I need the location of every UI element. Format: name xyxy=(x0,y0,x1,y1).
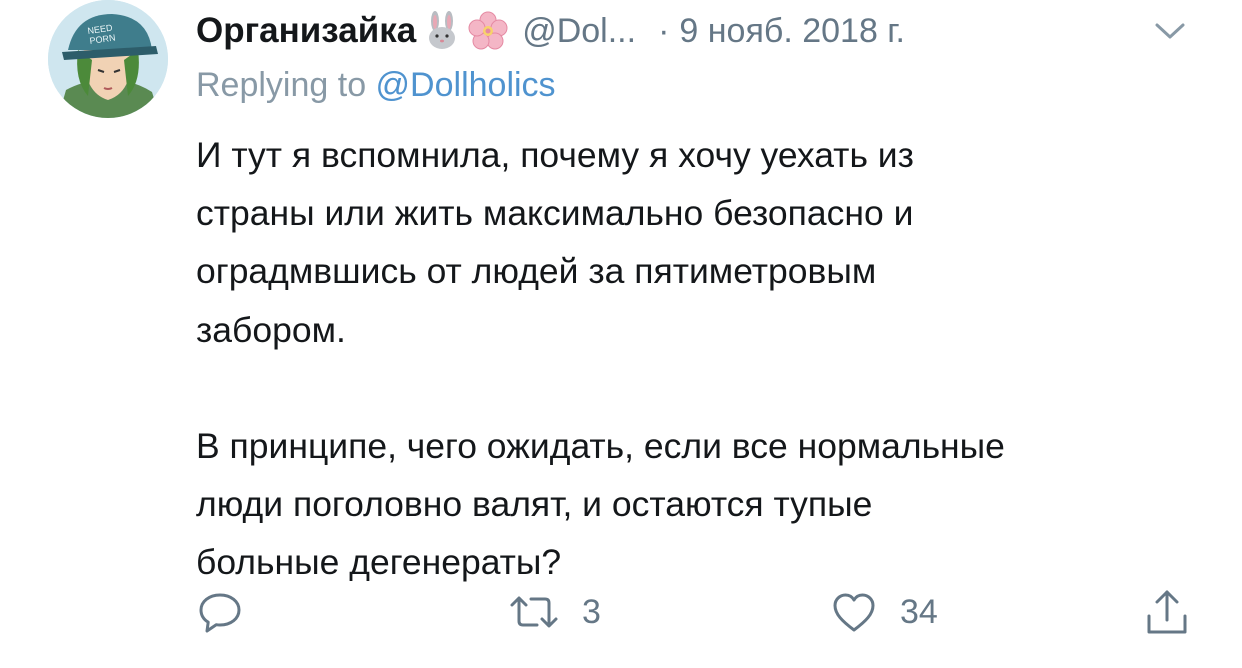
chevron-down-icon[interactable] xyxy=(1150,14,1190,48)
reply-icon xyxy=(199,593,241,633)
avatar-image: NEED PORN xyxy=(48,0,168,118)
retweet-button[interactable]: 3 xyxy=(508,580,601,644)
rabbit-face-icon xyxy=(422,11,462,51)
tweet-text: И тут я вспомнила, почему я хочу уехать … xyxy=(196,126,1206,591)
retweet-icon xyxy=(510,596,558,628)
reply-button[interactable] xyxy=(196,580,266,644)
like-count: 34 xyxy=(900,592,938,631)
separator-dot: · xyxy=(658,11,670,50)
retweet-count: 3 xyxy=(582,592,601,631)
tweet-actions: 3 34 xyxy=(0,580,1242,644)
replying-to-label: Replying to xyxy=(196,66,376,104)
heart-icon xyxy=(833,593,875,632)
tweet[interactable]: NEED PORN Организайка @Dol... · 9 нояб. … xyxy=(0,0,1242,668)
reply-mention-link[interactable]: @Dollholics xyxy=(376,66,556,104)
share-button[interactable] xyxy=(1143,580,1191,644)
tweet-paragraph: И тут я вспомнила, почему я хочу уехать … xyxy=(196,135,914,350)
display-name[interactable]: Организайка xyxy=(196,11,416,51)
tweet-header: Организайка @Dol... · 9 нояб. 2018 г. xyxy=(196,8,905,54)
share-icon xyxy=(1147,590,1187,634)
cherry-blossom-icon xyxy=(468,11,508,51)
avatar[interactable]: NEED PORN xyxy=(48,0,168,118)
tweet-date[interactable]: 9 нояб. 2018 г. xyxy=(679,12,905,51)
like-button[interactable]: 34 xyxy=(830,580,938,644)
replying-to: Replying to @Dollholics xyxy=(196,66,556,105)
user-handle[interactable]: @Dol... xyxy=(522,12,636,51)
tweet-paragraph: В принципе, чего ожидать, если все норма… xyxy=(196,425,1005,583)
